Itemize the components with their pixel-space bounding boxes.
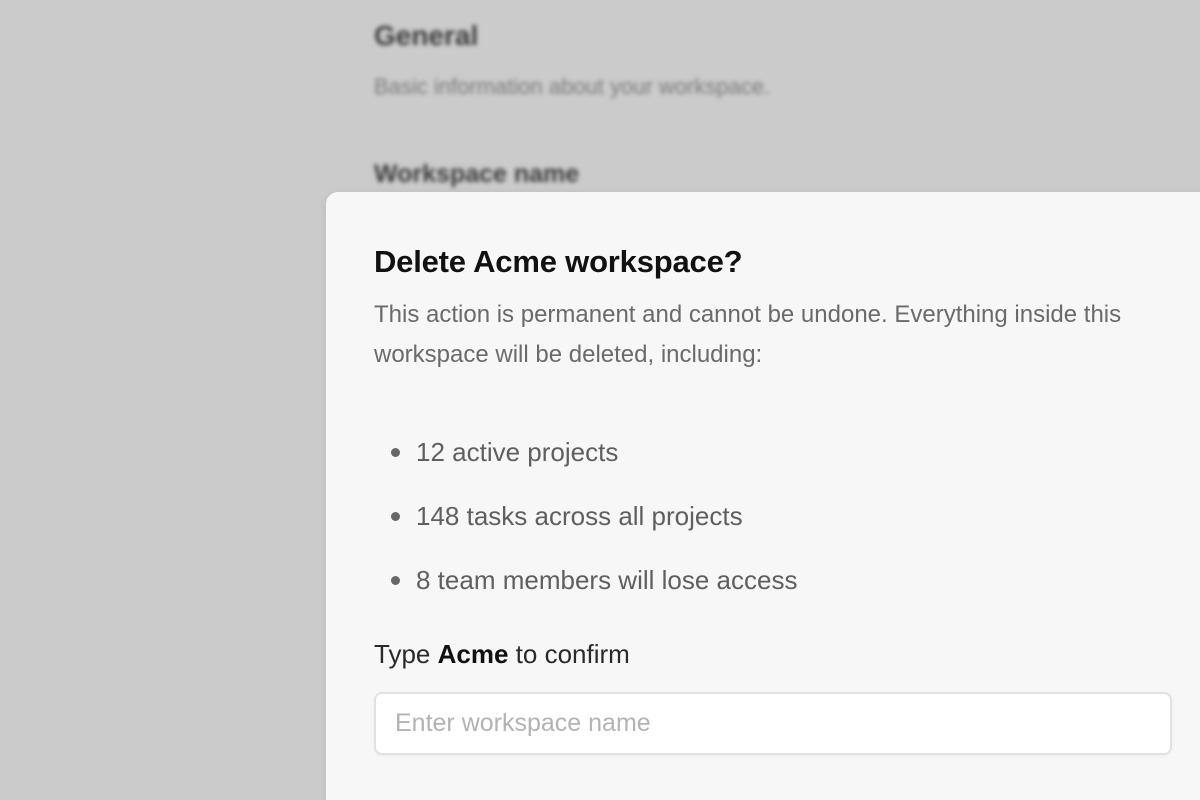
consequence-text: 148 tasks across all projects: [416, 500, 743, 531]
confirm-prefix: Type: [374, 639, 431, 669]
bullet-icon: [391, 447, 400, 457]
workspace-name-label: Workspace name: [374, 160, 580, 188]
list-item: 12 active projects: [374, 420, 797, 484]
section-description: Basic information about your workspace.: [374, 74, 771, 99]
confirm-suffix: to confirm: [515, 639, 630, 669]
consequence-text: 8 team members will lose access: [416, 564, 798, 595]
confirm-keyword: Acme: [437, 639, 509, 669]
workspace-name-confirm-input[interactable]: [374, 692, 1172, 755]
consequence-text: 12 active projects: [416, 436, 619, 467]
delete-workspace-dialog: Delete Acme workspace? This action is pe…: [326, 192, 1200, 800]
consequence-list: 12 active projects 148 tasks across all …: [374, 420, 797, 612]
list-item: 148 tasks across all projects: [374, 484, 797, 548]
bullet-icon: [391, 511, 400, 521]
list-item: 8 team members will lose access: [374, 548, 797, 612]
dialog-description: This action is permanent and cannot be u…: [374, 301, 1122, 368]
confirm-label: Type Acme to confirm: [374, 639, 630, 670]
section-title: General: [374, 20, 479, 51]
dialog-title: Delete Acme workspace?: [374, 244, 743, 279]
bullet-icon: [391, 575, 400, 585]
